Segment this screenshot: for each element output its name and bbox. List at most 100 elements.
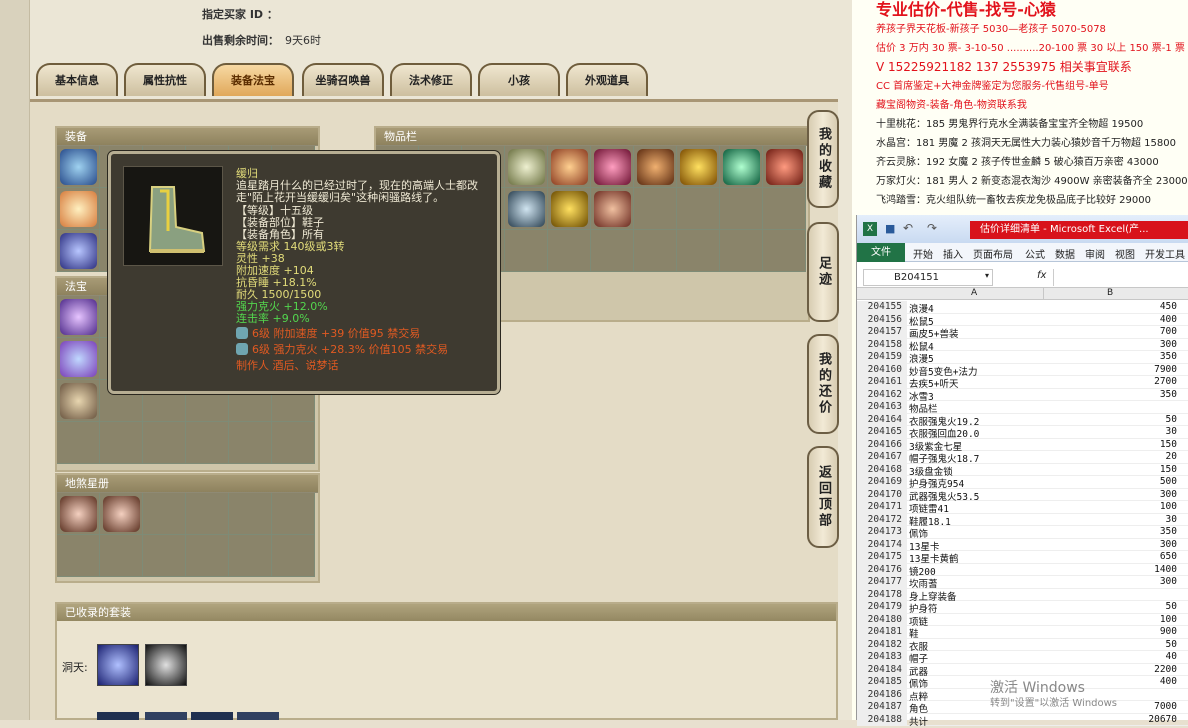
row-number[interactable]: 204164: [857, 413, 907, 426]
row-number[interactable]: 204157: [857, 326, 907, 339]
tab-review[interactable]: 审阅: [1085, 246, 1105, 261]
sheet-row[interactable]: 204169 护身强克954 500: [857, 476, 1188, 490]
sheet-row[interactable]: 204173 佩饰 350: [857, 526, 1188, 540]
row-number[interactable]: 204168: [857, 463, 907, 476]
sheet-row[interactable]: 204174 13星卡 300: [857, 538, 1188, 553]
item-slot[interactable]: [591, 188, 634, 230]
sheet-row[interactable]: 204163 物品栏: [857, 401, 1188, 415]
star-slot[interactable]: [100, 493, 143, 535]
row-number[interactable]: 204158: [857, 338, 907, 351]
item-slot[interactable]: [763, 188, 806, 230]
sheet-row[interactable]: 204181 鞋 900: [857, 626, 1188, 640]
row-number[interactable]: 204173: [857, 526, 907, 539]
cell-b[interactable]: 2700: [1154, 376, 1177, 387]
cell-b[interactable]: 2200: [1154, 664, 1177, 675]
tab-home[interactable]: 开始: [913, 246, 933, 261]
treasure-slot[interactable]: [57, 296, 100, 338]
row-number[interactable]: 204183: [857, 651, 907, 664]
cell-b[interactable]: 650: [1160, 551, 1177, 562]
undo-icon[interactable]: ↶: [903, 221, 913, 235]
cell-b[interactable]: 300: [1160, 339, 1177, 350]
row-number[interactable]: 204170: [857, 488, 907, 501]
tab-data[interactable]: 数据: [1055, 246, 1075, 261]
sheet-row[interactable]: 204165 衣服强回血20.0 30: [857, 426, 1188, 440]
sheet-row[interactable]: 204177 坎雨蓍 300: [857, 576, 1188, 590]
sheet-row[interactable]: 204157 画皮5+兽装 700: [857, 326, 1188, 340]
item-slot[interactable]: [591, 146, 634, 188]
tab-appearance[interactable]: 外观道具: [566, 63, 648, 96]
row-number[interactable]: 204174: [857, 538, 907, 551]
save-icon[interactable]: ■: [885, 222, 895, 235]
tab-attributes[interactable]: 属性抗性: [124, 63, 206, 96]
fx-icon[interactable]: fx: [1037, 270, 1046, 281]
row-number[interactable]: 204177: [857, 576, 907, 589]
star-slot[interactable]: [143, 535, 186, 577]
tab-mounts-pets[interactable]: 坐骑召唤兽: [302, 63, 384, 96]
item-slot[interactable]: [720, 146, 763, 188]
sheet-row[interactable]: 204178 身上穿装备: [857, 588, 1188, 603]
equip-slot[interactable]: [57, 188, 100, 230]
item-slot[interactable]: [677, 230, 720, 272]
row-number[interactable]: 204180: [857, 613, 907, 626]
sheet-row[interactable]: 204166 3级紫金七星 150: [857, 438, 1188, 453]
star-slot[interactable]: [186, 535, 229, 577]
cell-b[interactable]: 30: [1166, 426, 1177, 437]
file-tab[interactable]: 文件: [857, 243, 905, 262]
cell-b[interactable]: 150: [1160, 439, 1177, 450]
row-number[interactable]: 204166: [857, 438, 907, 451]
cell-b[interactable]: 50: [1166, 601, 1177, 612]
sheet-row[interactable]: 204167 帽子强鬼火18.7 20: [857, 451, 1188, 465]
item-slot[interactable]: [677, 188, 720, 230]
item-slot[interactable]: [505, 230, 548, 272]
star-slot[interactable]: [229, 535, 272, 577]
sheet-row[interactable]: 204168 3级盘金锁 150: [857, 463, 1188, 478]
tab-equipment[interactable]: 装备法宝: [212, 63, 294, 96]
star-slot[interactable]: [186, 493, 229, 535]
sheet-row[interactable]: 204162 冰雪3 350: [857, 388, 1188, 403]
star-slot[interactable]: [57, 493, 100, 535]
row-number[interactable]: 204176: [857, 563, 907, 576]
row-number[interactable]: 204181: [857, 626, 907, 639]
row-number[interactable]: 204171: [857, 501, 907, 514]
row-number[interactable]: 204163: [857, 401, 907, 414]
formula-input[interactable]: [1053, 269, 1187, 286]
sheet-row[interactable]: 204159 浪漫5 350: [857, 351, 1188, 365]
favorites-button[interactable]: 我的收藏: [807, 110, 839, 208]
sheet-row[interactable]: 204170 武器强鬼火53.5 300: [857, 488, 1188, 503]
footprints-button[interactable]: 足迹: [807, 222, 839, 322]
sheet-row[interactable]: 204172 鞋履18.1 30: [857, 513, 1188, 528]
cell-b[interactable]: 350: [1160, 526, 1177, 537]
sheet-row[interactable]: 204182 衣服 50: [857, 638, 1188, 653]
item-slot[interactable]: [505, 188, 548, 230]
sheet-row[interactable]: 204160 妙音5变色+法力 7900: [857, 363, 1188, 378]
set-icon[interactable]: [237, 712, 279, 720]
sheet-row[interactable]: 204158 松鼠4 300: [857, 338, 1188, 353]
row-number[interactable]: 204179: [857, 601, 907, 614]
sheet-row[interactable]: 204155 浪漫4 450: [857, 301, 1188, 315]
treasure-slot[interactable]: [186, 422, 229, 464]
column-a-header[interactable]: A: [971, 288, 977, 298]
tab-spell-correction[interactable]: 法术修正: [390, 63, 472, 96]
tab-basic-info[interactable]: 基本信息: [36, 63, 118, 96]
item-slot[interactable]: [634, 146, 677, 188]
tab-insert[interactable]: 插入: [943, 246, 963, 261]
sheet-row[interactable]: 204164 衣服强鬼火19.2 50: [857, 413, 1188, 428]
cell-b[interactable]: 7900: [1154, 364, 1177, 375]
cell-b[interactable]: 40: [1166, 651, 1177, 662]
treasure-slot[interactable]: [229, 422, 272, 464]
cell-b[interactable]: 350: [1160, 351, 1177, 362]
item-slot[interactable]: [763, 230, 806, 272]
set-icon[interactable]: [145, 712, 187, 720]
cell-b[interactable]: 300: [1160, 489, 1177, 500]
cell-b[interactable]: 350: [1160, 389, 1177, 400]
column-b-header[interactable]: B: [1107, 288, 1113, 298]
item-slot[interactable]: [720, 188, 763, 230]
row-number[interactable]: 204159: [857, 351, 907, 364]
redo-icon[interactable]: ↷: [927, 221, 937, 235]
cell-b[interactable]: 500: [1160, 476, 1177, 487]
star-slot[interactable]: [57, 535, 100, 577]
sheet-row[interactable]: 204175 13星卡黄鹤 650: [857, 551, 1188, 565]
row-number[interactable]: 204178: [857, 588, 907, 601]
chevron-down-icon[interactable]: ▾: [985, 271, 989, 280]
treasure-slot[interactable]: [57, 338, 100, 380]
